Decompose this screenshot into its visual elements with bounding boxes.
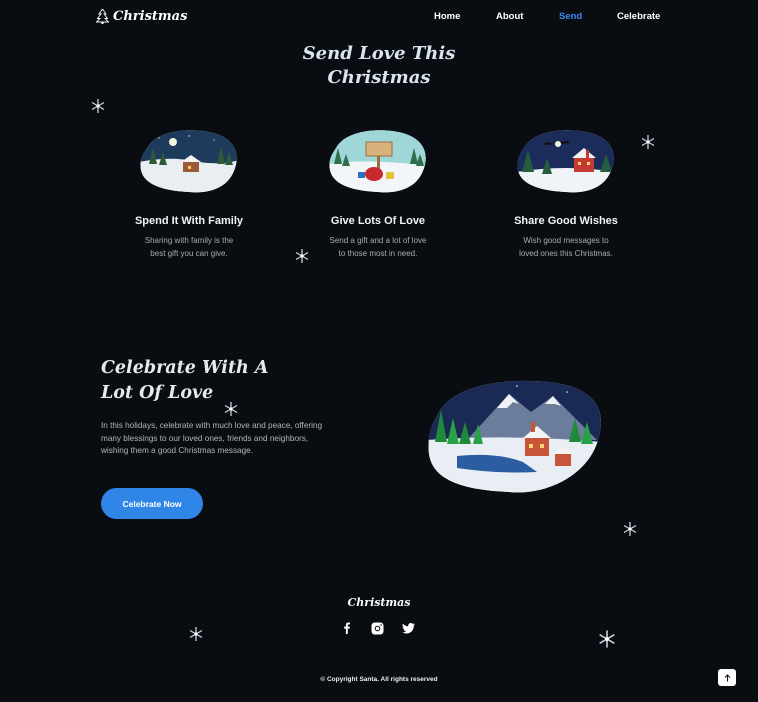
snowflake-icon	[189, 627, 203, 641]
card-text: Wish good messages to loved ones this Ch…	[519, 236, 613, 258]
facebook-icon[interactable]	[337, 620, 355, 636]
celebrate-title-line1: Celebrate With A	[101, 358, 269, 378]
snowflake-icon	[641, 135, 655, 149]
card-title: Spend It With Family	[134, 215, 244, 227]
logo-text: Christmas	[113, 9, 188, 24]
snowflake-icon	[623, 522, 637, 536]
celebrate-description: In this holidays, celebrate with much lo…	[101, 421, 323, 455]
logo[interactable]: Christmas	[96, 9, 187, 24]
santa-sleigh-village-image	[517, 130, 614, 193]
social-links	[337, 620, 417, 636]
nav-about[interactable]: About	[496, 11, 559, 22]
snowflake-icon	[599, 630, 615, 648]
send-title-line2: Christmas	[327, 67, 431, 88]
celebrate-now-button[interactable]: Celebrate Now	[101, 488, 203, 519]
gift-sack-sign-image	[329, 130, 426, 193]
snowy-night-village-image	[140, 130, 237, 193]
main-nav: Home About Send Celebrate	[434, 11, 660, 22]
card-title: Share Good Wishes	[514, 215, 618, 227]
scroll-to-top-button[interactable]	[718, 669, 736, 686]
card-give-love: Give Lots Of Love Send a gift and a lot …	[293, 128, 463, 260]
snowflake-icon	[295, 249, 309, 263]
nav-home[interactable]: Home	[434, 11, 496, 22]
send-section-title: Send Love This Christmas	[279, 42, 479, 90]
winter-mountain-village-image	[428, 380, 601, 493]
twitter-icon[interactable]	[399, 620, 417, 636]
nav-celebrate[interactable]: Celebrate	[617, 11, 660, 22]
header: Christmas Home About Send Celebrate	[0, 0, 758, 34]
card-text: Sharing with family is the best gift you…	[144, 236, 234, 258]
send-title-line1: Send Love This	[302, 43, 456, 64]
card-text: Send a gift and a lot of love to those m…	[329, 236, 427, 258]
celebrate-title-line2: Lot Of Love	[101, 383, 214, 403]
card-family: Spend It With Family Sharing with family…	[104, 128, 274, 260]
christmas-tree-icon	[96, 9, 109, 24]
nav-send[interactable]: Send	[559, 11, 617, 22]
instagram-icon[interactable]	[368, 620, 386, 636]
arrow-up-icon	[724, 673, 730, 681]
copyright-text: © Copyright Santa. All rights reserved	[320, 676, 438, 683]
snowflake-icon	[224, 402, 238, 416]
celebrate-section-title: Celebrate With A Lot Of Love	[101, 356, 281, 406]
footer-logo: Christmas	[347, 596, 411, 609]
card-title: Give Lots Of Love	[330, 215, 426, 227]
card-good-wishes: Share Good Wishes Wish good messages to …	[481, 128, 651, 260]
snowflake-icon	[91, 99, 105, 113]
